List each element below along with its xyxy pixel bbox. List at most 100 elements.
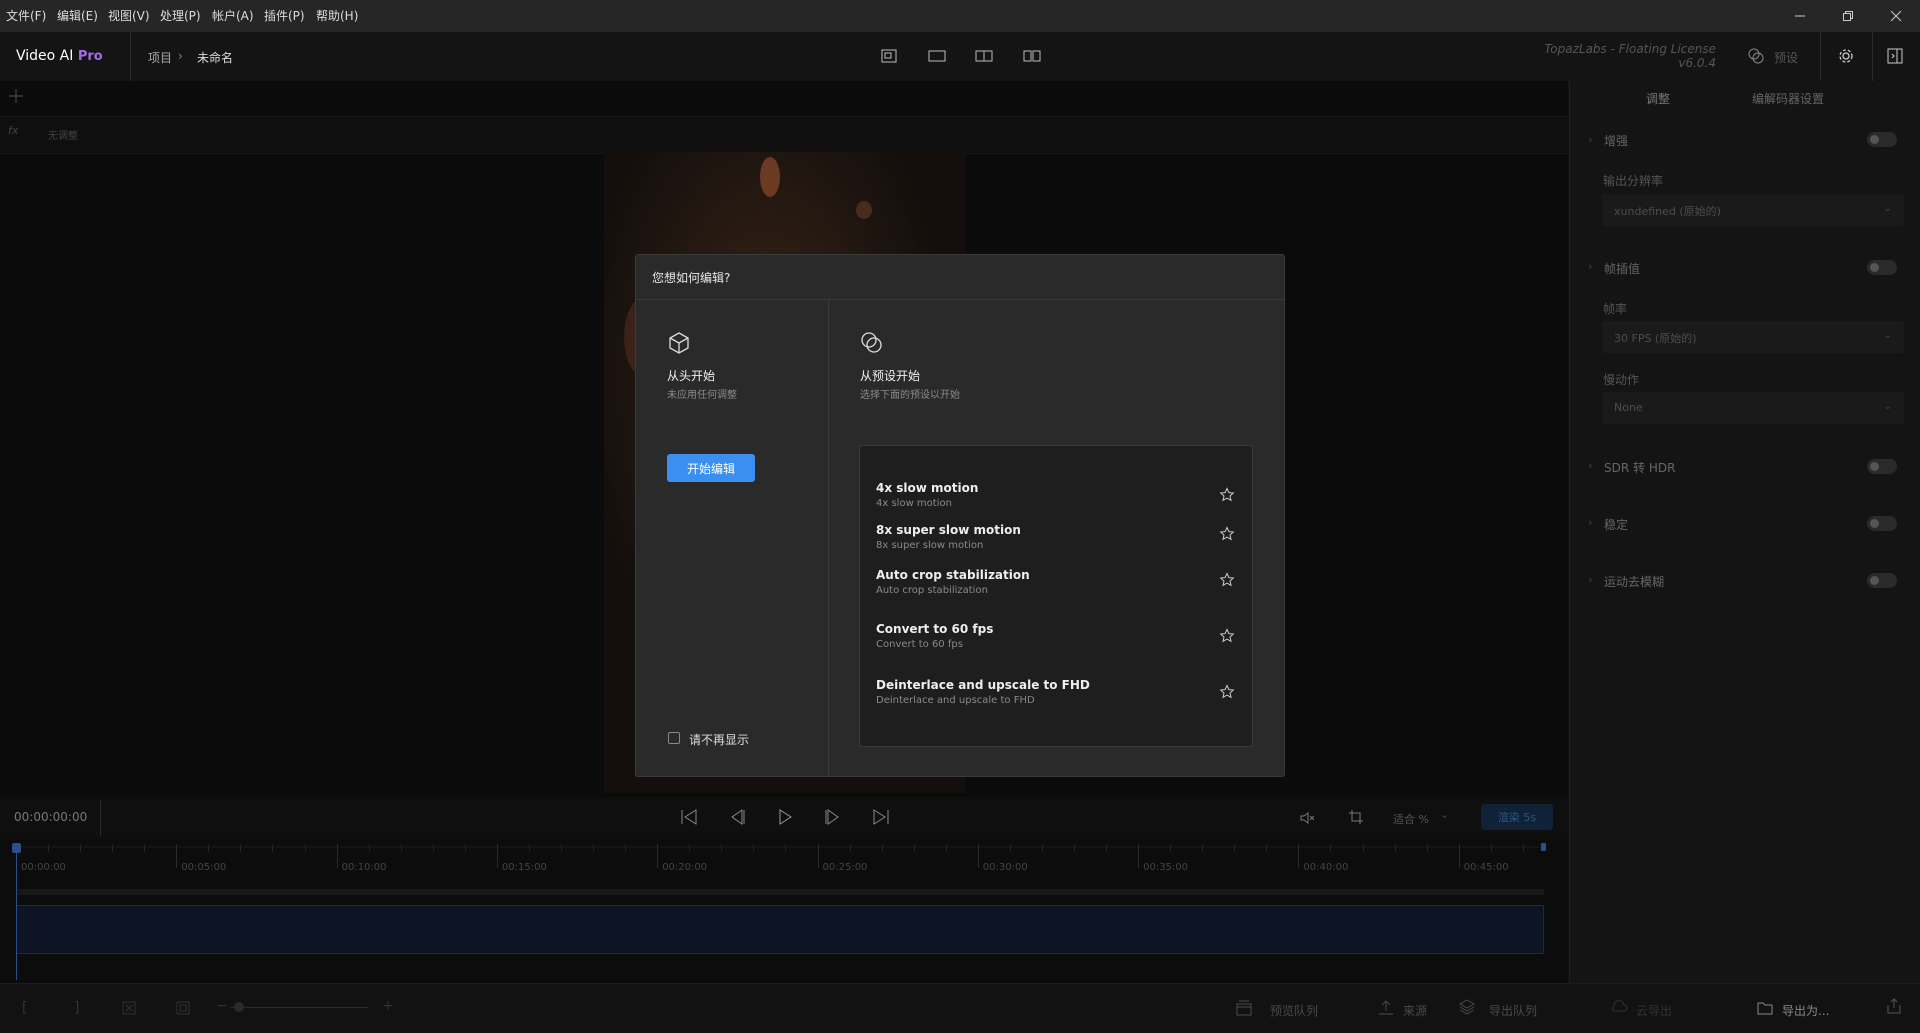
- timeline-minor-tick: [1394, 844, 1396, 852]
- timeline-minor-tick: [48, 844, 50, 852]
- step-back-icon[interactable]: [728, 808, 746, 830]
- playhead[interactable]: [16, 843, 17, 980]
- section-sdr-to-hdr[interactable]: SDR 转 HDR: [1604, 459, 1675, 476]
- source-button[interactable]: 来源: [1403, 1002, 1427, 1019]
- slow-motion-select[interactable]: None ⌄: [1602, 392, 1904, 424]
- timeline-minor-tick: [368, 844, 370, 852]
- export-queue-button[interactable]: 导出队列: [1489, 1002, 1537, 1019]
- step-forward-icon[interactable]: [824, 808, 842, 830]
- star-icon[interactable]: [1219, 684, 1235, 700]
- timeline-minor-tick: [528, 844, 530, 852]
- timeline-minor-tick: [1522, 844, 1524, 852]
- side-by-side-view-icon[interactable]: [1019, 46, 1045, 66]
- output-resolution-select[interactable]: xundefined (原始的) ⌄: [1602, 194, 1904, 226]
- add-icon[interactable]: [8, 88, 24, 108]
- start-editing-button[interactable]: 开始编辑: [667, 454, 755, 482]
- chevron-down-icon: ⌄: [1883, 203, 1892, 214]
- menu-account[interactable]: 帐户(A): [212, 7, 254, 24]
- skip-to-end-icon[interactable]: [872, 808, 890, 830]
- timeline-minor-tick: [1426, 844, 1428, 852]
- single-view-icon[interactable]: [876, 46, 902, 66]
- tab-codec-settings[interactable]: 编解码器设置: [1752, 90, 1824, 107]
- preview-queue-button[interactable]: 预览队列: [1270, 1002, 1318, 1019]
- preset-item[interactable]: 8x super slow motion 8x super slow motio…: [860, 523, 1252, 567]
- section-stabilize[interactable]: 稳定: [1604, 516, 1628, 533]
- preset-item[interactable]: Auto crop stabilization Auto crop stabil…: [860, 566, 1252, 610]
- timeline-tick-label: 00:35:00: [1143, 862, 1189, 873]
- folder-icon: [1757, 1000, 1773, 1019]
- timeline-minor-tick: [1330, 844, 1332, 852]
- menu-help[interactable]: 帮助(H): [316, 7, 358, 24]
- dont-show-again-label[interactable]: 请不再显示: [689, 731, 749, 748]
- fullscreen-view-icon[interactable]: [924, 46, 950, 66]
- timeline-minor-tick: [112, 844, 114, 852]
- star-icon[interactable]: [1219, 628, 1235, 644]
- star-icon[interactable]: [1219, 526, 1235, 542]
- zoom-slider[interactable]: [230, 1007, 368, 1008]
- timeline-minor-tick: [1041, 844, 1043, 852]
- scratch-title: 从头开始: [667, 369, 716, 383]
- header-divider-2: [1820, 32, 1821, 81]
- enhance-toggle[interactable]: [1867, 132, 1897, 147]
- preset-subtitle: 选择下面的预设以开始: [860, 390, 960, 401]
- presets-label[interactable]: 预设: [1774, 49, 1798, 66]
- mute-icon[interactable]: [1300, 810, 1316, 829]
- play-icon[interactable]: [776, 808, 794, 830]
- close-icon[interactable]: [1874, 2, 1918, 30]
- fit-range-icon[interactable]: [176, 1000, 190, 1019]
- section-frame-interpolation[interactable]: 帧插值: [1604, 260, 1640, 277]
- timeline-minor-tick: [80, 844, 82, 852]
- minimize-icon[interactable]: [1778, 2, 1822, 30]
- menu-plugins[interactable]: 插件(P): [264, 7, 305, 24]
- out-point-marker[interactable]: [1541, 843, 1546, 851]
- frame-rate-select[interactable]: 30 FPS (原始的) ⌄: [1602, 321, 1904, 353]
- gear-icon[interactable]: [1838, 48, 1854, 68]
- export-as-button[interactable]: 导出为...: [1782, 1002, 1829, 1019]
- skip-to-start-icon[interactable]: [680, 808, 698, 830]
- stabilize-toggle[interactable]: [1867, 516, 1897, 531]
- section-enhance[interactable]: 增强: [1604, 132, 1628, 149]
- preset-item[interactable]: Deinterlace and upscale to FHD Deinterla…: [860, 678, 1252, 722]
- toggle-panel-icon[interactable]: [1887, 48, 1903, 68]
- out-point-icon[interactable]: ]: [74, 1000, 79, 1016]
- menu-file[interactable]: 文件(F): [6, 7, 46, 24]
- preset-item[interactable]: 4x slow motion 4x slow motion: [860, 481, 1252, 525]
- timeline-minor-tick: [1073, 844, 1075, 852]
- star-icon[interactable]: [1219, 487, 1235, 503]
- zoom-fit-select[interactable]: 适合 %: [1393, 811, 1429, 827]
- cloud-export-button[interactable]: 云导出: [1636, 1002, 1672, 1019]
- menu-view[interactable]: 视图(V): [108, 7, 150, 24]
- zoom-out-icon[interactable]: −: [216, 998, 228, 1014]
- timeline-tick-label: 00:45:00: [1463, 862, 1509, 873]
- upload-icon: [1378, 999, 1394, 1019]
- menu-process[interactable]: 处理(P): [160, 7, 201, 24]
- preset-item[interactable]: Convert to 60 fps Convert to 60 fps: [860, 622, 1252, 666]
- presets-icon[interactable]: [1748, 48, 1764, 68]
- split-view-icon[interactable]: [971, 46, 997, 66]
- frame-rate-label: 帧率: [1603, 302, 1628, 316]
- star-icon[interactable]: [1219, 572, 1235, 588]
- breadcrumb-projects[interactable]: 项目: [148, 49, 172, 66]
- tab-adjust[interactable]: 调整: [1646, 90, 1670, 107]
- menu-edit[interactable]: 编辑(E): [57, 7, 98, 24]
- share-icon[interactable]: [1886, 998, 1902, 1018]
- section-motion-deblur[interactable]: 运动去模糊: [1604, 573, 1664, 590]
- dont-show-again-checkbox[interactable]: [668, 732, 680, 744]
- video-clip-track[interactable]: [16, 905, 1544, 954]
- zoom-in-icon[interactable]: +: [382, 998, 394, 1014]
- frame-interpolation-toggle[interactable]: [1867, 260, 1897, 275]
- timeline-minor-tick: [1170, 844, 1172, 852]
- sdr-hdr-toggle[interactable]: [1867, 459, 1897, 474]
- render-button[interactable]: 渲染 5s: [1481, 804, 1553, 830]
- timeline-minor-tick: [881, 844, 883, 852]
- restore-icon[interactable]: [1826, 2, 1870, 30]
- timecode: 00:00:00:00: [14, 810, 88, 824]
- in-point-icon[interactable]: [: [22, 1000, 27, 1016]
- zoom-slider-handle[interactable]: [234, 1002, 244, 1012]
- crop-icon[interactable]: [1348, 809, 1364, 829]
- playhead-handle[interactable]: [12, 843, 21, 853]
- motion-deblur-toggle[interactable]: [1867, 573, 1897, 588]
- clear-range-icon[interactable]: [122, 1000, 136, 1019]
- dialog-header-divider: [636, 299, 1284, 300]
- timeline-minor-tick: [400, 844, 402, 852]
